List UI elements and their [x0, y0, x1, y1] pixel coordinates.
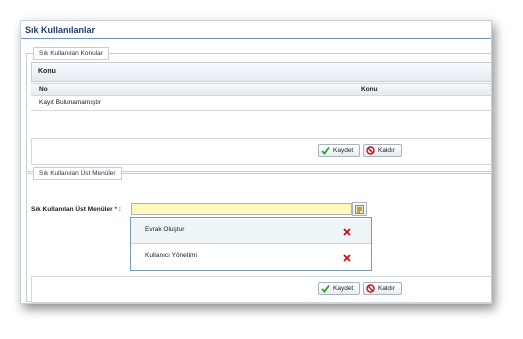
menus-combo-input[interactable] [131, 203, 352, 215]
favorite-menus-legend: Sık Kullanılan Üst Menüler [33, 167, 122, 180]
menus-combo-trigger[interactable] [352, 202, 367, 216]
topics-remove-button[interactable]: Kaldır [363, 144, 402, 157]
no-entry-icon [366, 284, 375, 293]
menus-action-bar: Kaydet Kaldır [31, 276, 491, 303]
no-entry-icon [366, 146, 375, 155]
menus-remove-label: Kaldır [378, 285, 395, 292]
topics-save-button[interactable]: Kaydet [318, 144, 360, 157]
column-konu[interactable]: Konu [361, 86, 378, 93]
dropdown-item-label: Kullanıcı Yönetimi [145, 252, 197, 259]
dropdown-item-label: Evrak Oluştur [145, 226, 185, 233]
menus-field-label: Sık Kullanılan Üst Menüler * : [31, 206, 121, 213]
topics-remove-label: Kaldır [378, 147, 395, 154]
menus-save-label: Kaydet [333, 285, 354, 292]
menus-dropdown-list: Evrak Oluştur Kullanıcı Yönetimi [130, 217, 372, 271]
menus-remove-button[interactable]: Kaldır [363, 282, 402, 295]
topics-action-bar: Kaydet Kaldır [31, 138, 491, 165]
required-marker: * [114, 206, 117, 213]
list-picker-icon [355, 205, 364, 214]
topics-grid-columns: No Konu [31, 83, 491, 96]
dropdown-item-kullanici-yonetimi[interactable]: Kullanıcı Yönetimi [131, 245, 371, 269]
delete-x-icon[interactable] [343, 254, 351, 262]
topics-save-label: Kaydet [333, 147, 354, 154]
favorite-topics-legend: Sık Kullanılan Konular [33, 47, 109, 60]
favorites-window: Sık Kullanılanlar Sık Kullanılan Konular… [20, 20, 492, 304]
grid-bottom-border [31, 110, 491, 111]
menus-save-button[interactable]: Kaydet [318, 282, 360, 295]
column-no[interactable]: No [39, 86, 48, 93]
menus-field-label-text: Sık Kullanılan Üst Menüler [31, 206, 113, 213]
window-title: Sık Kullanılanlar [25, 25, 96, 35]
delete-x-icon[interactable] [343, 228, 351, 236]
checkmark-icon [321, 284, 330, 293]
field-suffix: : [118, 206, 121, 213]
checkmark-icon [321, 146, 330, 155]
topics-grid-title: Konu [38, 68, 56, 75]
topics-grid-header: Konu [31, 62, 491, 82]
title-divider [21, 38, 491, 39]
empty-message: Kayıt Bulunamamıştır [39, 99, 102, 106]
dropdown-item-evrak-olustur[interactable]: Evrak Oluştur [131, 219, 371, 244]
